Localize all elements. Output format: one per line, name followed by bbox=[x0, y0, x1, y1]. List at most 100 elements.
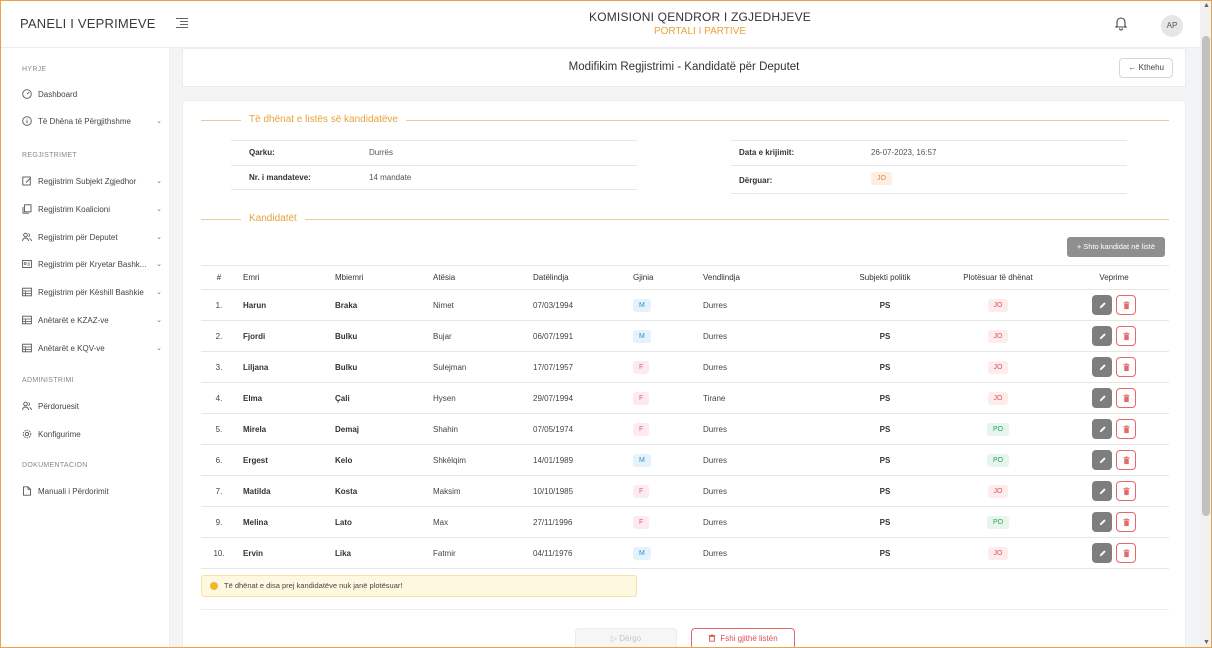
table-row: 1. Harun Braka Nimet 07/03/1994 M Durres PS JO bbox=[201, 289, 1169, 321]
status-badge: PO bbox=[986, 453, 1010, 467]
cell-datelindja: 17/07/1957 bbox=[533, 351, 633, 383]
sidebar-item-konfigurime[interactable]: Konfigurime bbox=[22, 429, 162, 439]
edit-button[interactable] bbox=[1092, 450, 1112, 470]
sent-badge: JO bbox=[871, 172, 892, 185]
edit-button[interactable] bbox=[1092, 326, 1112, 346]
sidebar-item-dashboard[interactable]: Dashboard bbox=[22, 89, 162, 99]
add-candidate-button[interactable]: + Shto kandidat në listë bbox=[1066, 237, 1165, 257]
edit-button[interactable] bbox=[1092, 388, 1112, 408]
cell-emri: Elma bbox=[237, 382, 335, 414]
edit-button[interactable] bbox=[1092, 419, 1112, 439]
cell-datelindja: 27/11/1996 bbox=[533, 506, 633, 538]
delete-button[interactable] bbox=[1116, 481, 1136, 501]
edit-button[interactable] bbox=[1092, 357, 1112, 377]
sidebar-item-perdoruesit[interactable]: Përdoruesit bbox=[22, 401, 162, 411]
edit-button[interactable] bbox=[1092, 481, 1112, 501]
sidebar-item-subjekt[interactable]: Regjistrim Subjekt Zgjedhor ⌄ bbox=[22, 176, 162, 186]
col-header-mbiemri[interactable]: Mbiemri bbox=[335, 265, 433, 290]
sidebar-item-label: Përdoruesit bbox=[38, 401, 79, 411]
delete-button[interactable] bbox=[1116, 450, 1136, 470]
cell-subjekti: PS bbox=[833, 506, 937, 538]
cell-atesia: Hysen bbox=[433, 382, 533, 414]
col-header-num[interactable]: # bbox=[201, 265, 237, 290]
cell-veprime bbox=[1059, 320, 1169, 352]
menu-toggle-icon[interactable] bbox=[176, 17, 188, 29]
idcard-icon bbox=[22, 260, 32, 268]
back-button[interactable]: ← Kthehu bbox=[1119, 58, 1173, 78]
cell-plotesuar: JO bbox=[937, 382, 1059, 414]
chevron-down-icon: ⌄ bbox=[156, 317, 162, 324]
delete-button[interactable] bbox=[1116, 295, 1136, 315]
cell-plotesuar: JO bbox=[937, 320, 1059, 352]
delete-button[interactable] bbox=[1116, 419, 1136, 439]
delete-button[interactable] bbox=[1116, 512, 1136, 532]
cell-datelindja: 29/07/1994 bbox=[533, 382, 633, 414]
cell-gjinia: M bbox=[633, 444, 703, 476]
cell-atesia: Sulejman bbox=[433, 351, 533, 383]
bell-icon[interactable] bbox=[1114, 15, 1128, 31]
sidebar-section-hyrje: HYRJE bbox=[22, 66, 47, 73]
cell-veprime bbox=[1059, 289, 1169, 321]
edit-button[interactable] bbox=[1092, 295, 1112, 315]
scrollbar-thumb[interactable] bbox=[1202, 36, 1210, 516]
cell-gjinia: M bbox=[633, 537, 703, 569]
gear-icon bbox=[22, 429, 32, 439]
cell-subjekti: PS bbox=[833, 537, 937, 569]
delete-all-button[interactable]: Fshi gjithë listën bbox=[691, 628, 795, 648]
delete-all-label: Fshi gjithë listën bbox=[720, 634, 778, 643]
delete-button[interactable] bbox=[1116, 326, 1136, 346]
gender-badge: M bbox=[633, 453, 651, 467]
cell-emri: Ervin bbox=[237, 537, 335, 569]
avatar[interactable]: AP bbox=[1161, 15, 1183, 37]
sidebar-item-kryetar[interactable]: Regjistrim për Kryetar Bashk... ⌄ bbox=[22, 259, 162, 269]
sidebar-item-koalicioni[interactable]: Regjistrim Koalicioni ⌄ bbox=[22, 204, 162, 214]
dashboard-icon bbox=[22, 89, 32, 99]
sidebar-item-keshill[interactable]: Regjistrim për Këshill Bashkie ⌄ bbox=[22, 287, 162, 297]
sidebar-section-regjistrimet: REGJISTRIMET bbox=[22, 152, 77, 159]
status-badge: JO bbox=[987, 329, 1009, 343]
cell-vendlindja: Durres bbox=[703, 444, 833, 476]
sidebar-item-general-data[interactable]: Të Dhëna të Përgjithshme ⌄ bbox=[22, 116, 162, 126]
trash-icon bbox=[1122, 517, 1130, 526]
app-title-main: KOMISIONI QENDROR I ZGJEDHJEVE bbox=[588, 10, 812, 24]
sidebar-item-manuali[interactable]: Manuali i Përdorimit bbox=[22, 486, 162, 496]
cell-gjinia: M bbox=[633, 289, 703, 321]
sidebar-item-label: Dashboard bbox=[38, 89, 78, 99]
delete-button[interactable] bbox=[1116, 388, 1136, 408]
col-header-plotesuar[interactable]: Plotësuar të dhënat bbox=[937, 265, 1059, 290]
table-icon bbox=[22, 315, 32, 325]
col-header-atesia[interactable]: Atësia bbox=[433, 265, 533, 290]
pencil-icon bbox=[1099, 425, 1106, 432]
cell-mbiemri: Kelo bbox=[335, 444, 433, 476]
sent-label: Dërguar: bbox=[739, 176, 773, 185]
cell-subjekti: PS bbox=[833, 351, 937, 383]
cell-emri: Matilda bbox=[237, 475, 335, 507]
delete-button[interactable] bbox=[1116, 543, 1136, 563]
col-header-subjekti[interactable]: Subjekti politik bbox=[833, 265, 937, 290]
col-header-datelindja[interactable]: Datëlindja bbox=[533, 265, 633, 290]
gender-badge: F bbox=[633, 360, 650, 374]
sidebar-item-kzaz[interactable]: Anëtarët e KZAZ-ve ⌄ bbox=[22, 315, 162, 325]
edit-button[interactable] bbox=[1092, 543, 1112, 563]
edit-button[interactable] bbox=[1092, 512, 1112, 532]
scroll-up-icon[interactable]: ▲ bbox=[1203, 2, 1210, 9]
pencil-icon bbox=[1099, 549, 1106, 556]
cell-datelindja: 07/05/1974 bbox=[533, 413, 633, 445]
cell-atesia: Fatmir bbox=[433, 537, 533, 569]
cell-subjekti: PS bbox=[833, 320, 937, 352]
delete-button[interactable] bbox=[1116, 357, 1136, 377]
gender-badge: M bbox=[633, 329, 651, 343]
sidebar-item-deputet[interactable]: Regjistrim për Deputet ⌄ bbox=[22, 232, 162, 242]
scrollbar[interactable]: ▲ ▼ bbox=[1200, 0, 1212, 648]
scroll-down-icon[interactable]: ▼ bbox=[1203, 639, 1210, 646]
gender-badge: F bbox=[633, 515, 650, 529]
cell-datelindja: 14/01/1989 bbox=[533, 444, 633, 476]
send-button[interactable]: ▷ Dërgo bbox=[575, 628, 677, 648]
kv-line bbox=[731, 193, 1127, 194]
col-header-emri[interactable]: Emri bbox=[237, 265, 335, 290]
file-icon bbox=[23, 486, 31, 496]
cell-datelindja: 07/03/1994 bbox=[533, 289, 633, 321]
sidebar-item-kqv[interactable]: Anëtarët e KQV-ve ⌄ bbox=[22, 343, 162, 353]
col-header-vendlindja[interactable]: Vendlindja bbox=[703, 265, 833, 290]
col-header-gjinia[interactable]: Gjinia bbox=[633, 265, 703, 290]
